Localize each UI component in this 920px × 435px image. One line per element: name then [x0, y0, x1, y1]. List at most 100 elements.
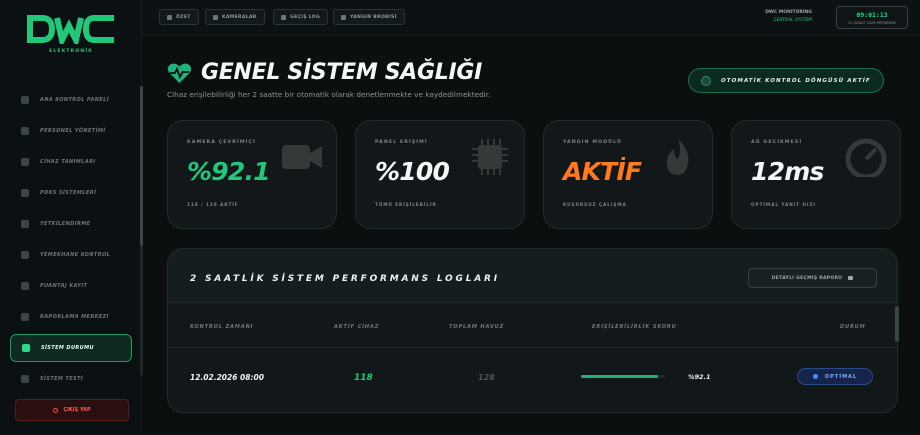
heart-icon: [22, 344, 30, 352]
cameras-label: KAMERALAR: [222, 14, 257, 20]
sidebar-item-label: RAPORLAMA MERKEZİ: [40, 314, 109, 320]
logout-button[interactable]: ÇIKIŞ YAP: [15, 399, 129, 421]
download-icon: [848, 276, 854, 280]
dashboard-icon: [21, 96, 29, 104]
chip-icon: [472, 139, 508, 175]
card-camera-online: KAMERA ÇEVRİMİÇİ %92.1 118 / 128 AKTİF: [167, 120, 337, 229]
logout-label: ÇIKIŞ YAP: [63, 407, 91, 413]
column-header-time: KONTROL ZAMANI: [190, 324, 254, 330]
shield-icon: [21, 220, 29, 228]
status-dot-icon: [701, 75, 711, 86]
card-value: %92.1: [187, 157, 271, 186]
sidebar-item-yetkilendirme[interactable]: YETKİLENDİRME: [10, 210, 132, 238]
test-icon: [21, 375, 29, 383]
sidebar: ELEKTRONİK ANA KONTROL PANELİ PERSONEL Y…: [0, 0, 143, 435]
sidebar-item-pdks-sistemleri[interactable]: PDKS SİSTEMLERİ: [10, 179, 132, 207]
cutlery-icon: [21, 251, 29, 259]
fire-icon: [341, 14, 346, 20]
status-label: OPTİMAL: [824, 373, 858, 380]
card-value: AKTİF: [563, 157, 642, 186]
card-footer: 118 / 128 AKTİF: [187, 203, 239, 208]
row-divider: [168, 347, 897, 348]
sidebar-item-label: CİHAZ TANIMLARI: [40, 159, 96, 165]
gauge-icon: [845, 138, 887, 177]
access-log-button[interactable]: GEÇİŞ LOG: [273, 9, 329, 25]
camera-icon: [282, 145, 322, 169]
device-icon: [21, 158, 29, 166]
sidebar-item-puantaj-kayit[interactable]: PUANTAJ KAYIT: [10, 272, 132, 300]
card-footer: TÜMÜ ERİŞİLEBİLİR: [375, 203, 437, 208]
sidebar-item-label: PUANTAJ KAYIT: [40, 283, 88, 289]
row-score: %92.1: [688, 373, 711, 381]
column-header-status: DURUM: [840, 324, 866, 330]
sidebar-item-label: SİSTEM DURUMU: [41, 345, 94, 351]
auto-check-status-button[interactable]: OTOMATİK KONTROL DÖNGÜSÜ AKTİF: [688, 68, 884, 93]
detailed-report-button[interactable]: DETAYLI GEÇMİŞ RAPORU: [748, 268, 877, 288]
sidebar-item-sistem-durumu[interactable]: SİSTEM DURUMU: [10, 334, 132, 362]
auto-check-label: OTOMATİK KONTROL DÖNGÜSÜ AKTİF: [721, 77, 871, 84]
card-footer: OPTİMAL YANIT HIZI: [751, 203, 816, 208]
status-dot-icon: [812, 374, 818, 379]
sidebar-item-sistem-testi[interactable]: SİSTEM TESTİ: [10, 365, 132, 393]
heart-pulse-icon: [167, 63, 192, 83]
monitoring-subtitle: CENTRAL SYSTEM: [773, 18, 812, 23]
sidebar-item-yemekhane-kontrol[interactable]: YEMEKHANE KONTROL: [10, 241, 132, 269]
page-subtitle: Cihaz erişilebilirliği her 2 saatte bir …: [167, 90, 491, 99]
calendar-icon: [21, 282, 29, 290]
sidebar-item-ana-kontrol-paneli[interactable]: ANA KONTROL PANELİ: [10, 86, 132, 114]
sidebar-nav: ANA KONTROL PANELİ PERSONEL YÖNETİMİ CİH…: [10, 86, 132, 396]
card-label: PANEL ERİŞİMİ: [375, 140, 428, 145]
fire-icon: [666, 139, 689, 175]
score-progress-bar: [581, 375, 665, 378]
card-panel-access: PANEL ERİŞİMİ %100 TÜMÜ ERİŞİLEBİLİR: [355, 120, 525, 229]
card-footer: KUSURSUZ ÇALIŞMA: [563, 203, 627, 208]
row-total: 128: [478, 373, 495, 382]
card-value: 12ms: [751, 157, 824, 186]
logs-scrollbar[interactable]: [895, 306, 899, 342]
sidebar-item-label: SİSTEM TESTİ: [40, 376, 84, 382]
sidebar-item-label: PDKS SİSTEMLERİ: [40, 190, 97, 196]
access-log-label: GEÇİŞ LOG: [290, 14, 321, 20]
logs-title: 2 SAATLİK SİSTEM PERFORMANS LOGLARI: [190, 274, 500, 284]
card-fire-module: YANGIN MODÜLÜ AKTİF KUSURSUZ ÇALIŞMA: [543, 120, 713, 229]
fire-probe-label: YANGIN BROBİSİ: [350, 14, 397, 20]
power-icon: [53, 407, 59, 413]
column-header-score: ERİŞİLEBİLİRLİK SKORU: [592, 324, 677, 330]
top-bar: ÖZET KAMERALAR GEÇİŞ LOG YANGIN BROBİSİ …: [142, 0, 920, 36]
row-time: 12.02.2026 08:00: [190, 373, 264, 382]
row-active: 118: [354, 373, 373, 383]
score-progress-fill: [581, 375, 659, 378]
camera-icon: [213, 14, 218, 20]
column-header-active: AKTİF CİHAZ: [334, 324, 380, 330]
detailed-report-label: DETAYLI GEÇMİŞ RAPORU: [771, 275, 843, 281]
status-badge: OPTİMAL: [797, 368, 873, 385]
column-header-total: TOPLAM HAVUZ: [449, 324, 505, 330]
clock-date: 12 ŞUBAT 2026 PERŞEMBE: [847, 21, 897, 25]
page-title: GENEL SİSTEM SAĞLIĞI: [201, 60, 483, 85]
sidebar-item-label: YEMEKHANE KONTROL: [40, 252, 111, 258]
card-network-latency: AĞ GECİKMESİ 12ms OPTİMAL YANIT HIZI: [731, 120, 901, 229]
users-icon: [21, 127, 29, 135]
sidebar-item-label: PERSONEL YÖNETİMİ: [40, 128, 106, 134]
card-label: YANGIN MODÜLÜ: [563, 140, 622, 145]
sidebar-item-cihaz-tanimlari[interactable]: CİHAZ TANIMLARI: [10, 148, 132, 176]
logs-header: 2 SAATLİK SİSTEM PERFORMANS LOGLARI DETA…: [168, 249, 897, 303]
summary-label: ÖZET: [176, 14, 191, 20]
fire-probe-button[interactable]: YANGIN BROBİSİ: [333, 9, 405, 25]
sidebar-item-label: YETKİLENDİRME: [40, 221, 91, 227]
sidebar-item-label: ANA KONTROL PANELİ: [40, 97, 110, 103]
cameras-button[interactable]: KAMERALAR: [205, 9, 265, 25]
card-label: AĞ GECİKMESİ: [751, 140, 803, 145]
clock-widget: 09:01:13 12 ŞUBAT 2026 PERŞEMBE: [836, 6, 908, 29]
clock-time: 09:01:13: [856, 11, 888, 19]
summary-button[interactable]: ÖZET: [159, 9, 199, 25]
main-content: GENEL SİSTEM SAĞLIĞI Cihaz erişilebilirl…: [142, 36, 920, 435]
chart-icon: [21, 313, 29, 321]
card-value: %100: [375, 157, 450, 186]
log-icon: [281, 14, 286, 20]
monitoring-title: DWC MONITORING: [765, 10, 812, 15]
brand-logo: [27, 15, 114, 44]
card-label: KAMERA ÇEVRİMİÇİ: [187, 140, 256, 145]
sidebar-item-raporlama-merkezi[interactable]: RAPORLAMA MERKEZİ: [10, 303, 132, 331]
sidebar-item-personel-yonetimi[interactable]: PERSONEL YÖNETİMİ: [10, 117, 132, 145]
